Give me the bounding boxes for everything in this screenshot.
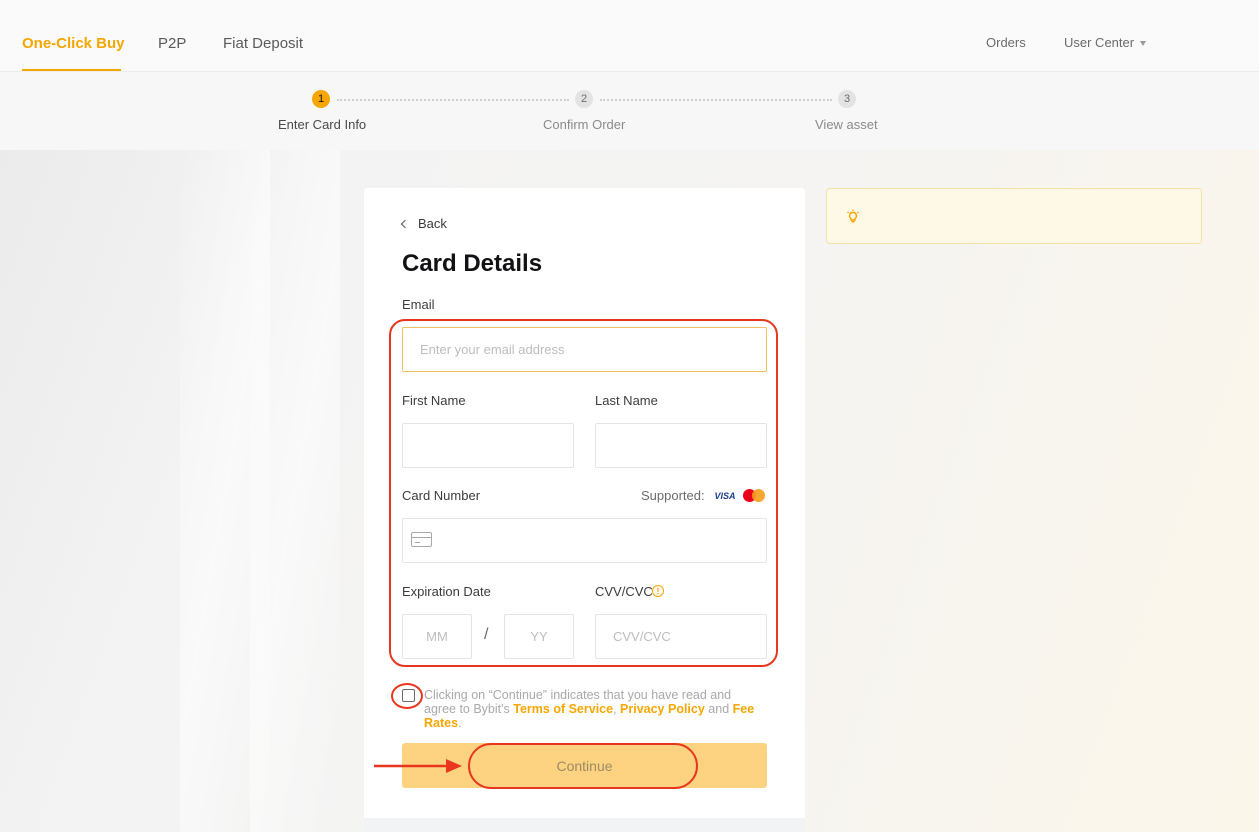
terms-and: and xyxy=(704,702,733,716)
step-connector xyxy=(337,99,569,101)
nav-p2p[interactable]: P2P xyxy=(158,35,186,52)
step-connector xyxy=(600,99,832,101)
step-2-label: Confirm Order xyxy=(543,117,626,132)
top-navigation: One-Click Buy P2P Fiat Deposit Orders Us… xyxy=(0,0,1259,72)
terms-of-service-link[interactable]: Terms of Service xyxy=(513,702,613,716)
back-label: Back xyxy=(418,216,447,231)
annotation-continue-highlight xyxy=(468,743,698,789)
step-1-label: Enter Card Info xyxy=(278,117,367,132)
page-title: Card Details xyxy=(402,250,543,277)
terms-comma: , xyxy=(613,702,621,716)
annotation-form-highlight xyxy=(389,319,778,667)
step-3-number: 3 xyxy=(838,90,856,108)
step-3-label: View asset xyxy=(815,117,878,132)
tip-panel xyxy=(826,188,1202,244)
nav-user-center[interactable]: User Center xyxy=(1064,35,1147,50)
nav-active-underline xyxy=(22,69,121,71)
terms-text: Clicking on “Continue” indicates that yo… xyxy=(424,688,764,730)
nav-user-center-label: User Center xyxy=(1064,35,1135,50)
privacy-policy-link[interactable]: Privacy Policy xyxy=(620,702,705,716)
email-label: Email xyxy=(402,297,435,312)
annotation-checkbox-highlight xyxy=(391,683,423,709)
nav-orders[interactable]: Orders xyxy=(986,35,1026,50)
terms-period: . xyxy=(458,716,462,730)
background-streak xyxy=(250,150,340,832)
back-link[interactable]: Back xyxy=(400,216,447,231)
annotation-arrow-icon xyxy=(374,759,462,773)
caret-down-icon xyxy=(1140,41,1147,47)
lightbulb-icon xyxy=(847,209,859,223)
step-1-number: 1 xyxy=(312,90,330,108)
chevron-left-icon xyxy=(400,219,410,228)
nav-fiat-deposit[interactable]: Fiat Deposit xyxy=(223,35,303,52)
step-2-number: 2 xyxy=(575,90,593,108)
nav-one-click-buy[interactable]: One-Click Buy xyxy=(22,35,125,52)
progress-stepper xyxy=(0,72,1259,150)
card-panel-footer xyxy=(364,818,805,832)
